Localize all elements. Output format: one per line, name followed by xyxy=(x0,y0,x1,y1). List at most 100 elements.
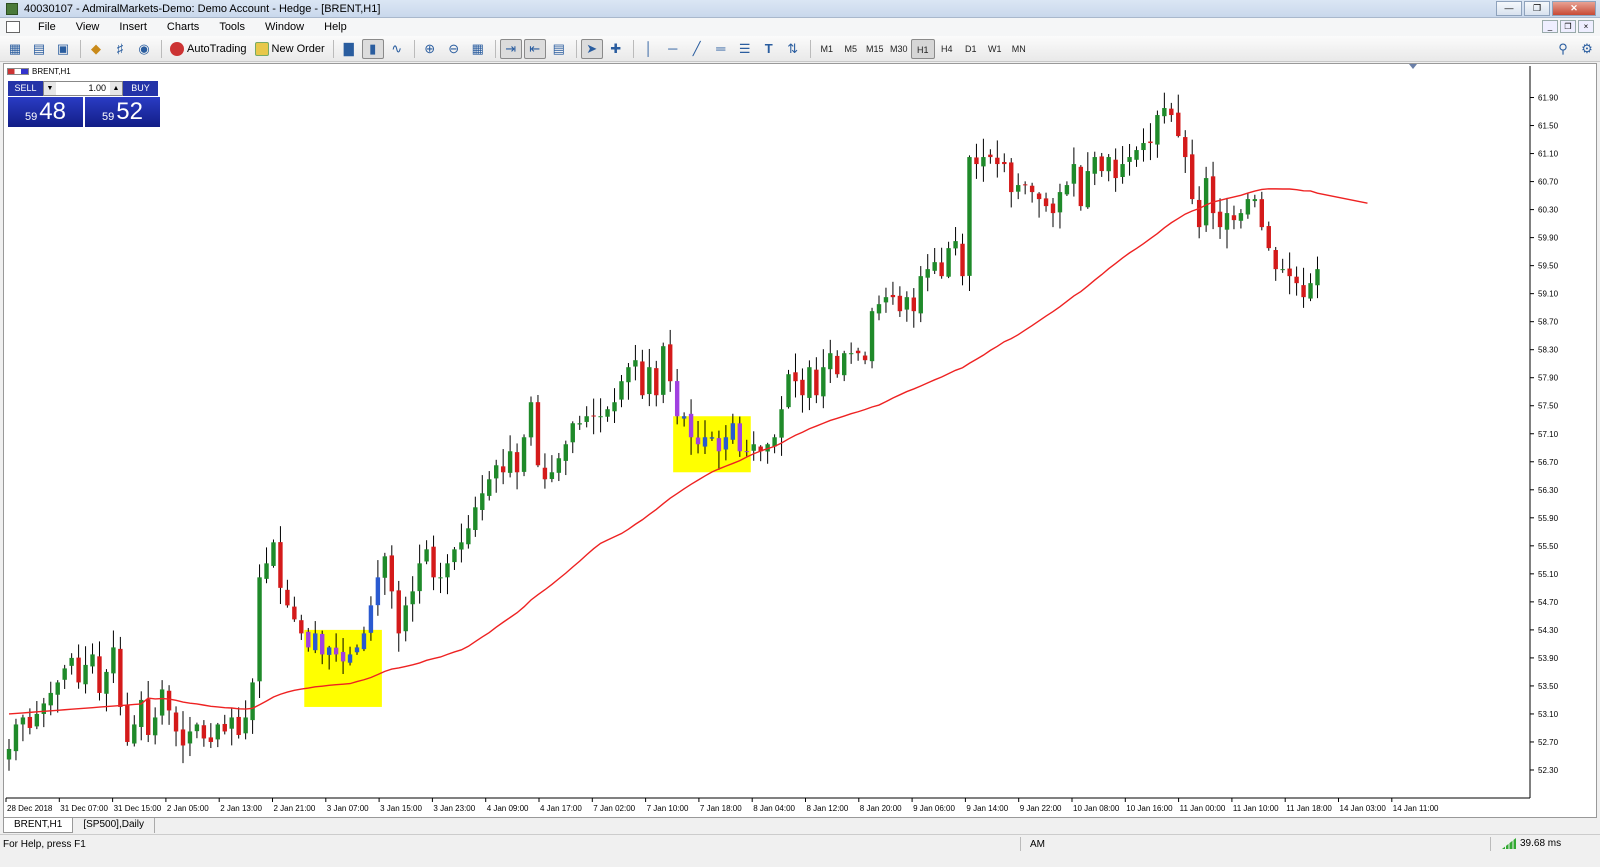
candle-body xyxy=(1308,283,1313,299)
timeframe-m30[interactable]: M30 xyxy=(887,39,911,59)
candle-body xyxy=(570,423,575,443)
timeframe-m1[interactable]: M1 xyxy=(815,39,839,59)
menu-window[interactable]: Window xyxy=(255,18,314,36)
lot-increase-icon[interactable]: ▲ xyxy=(110,82,122,95)
navigator-icon[interactable]: ◆ xyxy=(85,39,107,59)
maximize-button[interactable]: ❐ xyxy=(1524,1,1550,16)
autotrading-button[interactable]: AutoTrading xyxy=(166,39,251,59)
timeframe-h1[interactable]: H1 xyxy=(910,38,935,59)
x-tick-label: 10 Jan 08:00 xyxy=(1073,804,1120,813)
timeframe-h4[interactable]: H4 xyxy=(935,39,959,59)
auto-scroll-icon[interactable]: ⇥ xyxy=(499,38,522,59)
y-tick-label: 60.30 xyxy=(1538,206,1559,215)
candle-body xyxy=(1002,162,1007,165)
candle-body xyxy=(1301,285,1306,298)
candle-body xyxy=(222,723,227,732)
candle-body xyxy=(292,606,297,620)
strategy-tester-icon[interactable]: ◉ xyxy=(133,39,155,59)
community-icon[interactable]: ⚙ xyxy=(1576,39,1598,59)
bar-chart-icon[interactable]: ▇ xyxy=(338,39,360,59)
mdi-minimize-button[interactable]: _ xyxy=(1542,20,1558,33)
document-icon[interactable] xyxy=(6,21,20,33)
buy-button[interactable]: BUY xyxy=(123,81,158,96)
lot-size-stepper[interactable]: ▼ 1.00 ▲ xyxy=(43,81,123,96)
timeframe-mn[interactable]: MN xyxy=(1007,39,1031,59)
profiles-icon[interactable]: ▤ xyxy=(28,39,50,59)
horizontal-line-icon[interactable]: ─ xyxy=(662,39,684,59)
menu-view[interactable]: View xyxy=(66,18,110,36)
mdi-restore-button[interactable]: ❐ xyxy=(1560,20,1576,33)
menu-insert[interactable]: Insert xyxy=(109,18,157,36)
price-chart[interactable]: 61.90 61.50 61.10 60.70 60.30 59.90 59.50 59.10… xyxy=(4,64,1598,819)
candle-body xyxy=(417,563,422,592)
toolbar-separator xyxy=(632,39,634,58)
tab-brent-h1[interactable]: BRENT,H1 xyxy=(3,818,74,833)
sell-button[interactable]: SELL xyxy=(8,81,43,96)
candle-body xyxy=(494,465,499,479)
candle-body xyxy=(911,297,916,312)
minimize-button[interactable]: — xyxy=(1496,1,1522,16)
new-chart-icon[interactable]: ▦ xyxy=(4,39,26,59)
candlestick-chart-icon[interactable]: ▮ xyxy=(361,38,384,59)
candle-body xyxy=(34,713,40,727)
candle-body xyxy=(995,157,1000,165)
close-button[interactable]: ✕ xyxy=(1552,1,1596,16)
x-tick-label: 2 Jan 13:00 xyxy=(220,804,262,813)
candle-body xyxy=(876,304,882,314)
timeframe-m5[interactable]: M5 xyxy=(839,39,863,59)
sell-price-box[interactable]: 59 48 xyxy=(8,97,83,127)
arrows-icon[interactable]: ⇅ xyxy=(782,39,804,59)
timeframe-m15[interactable]: M15 xyxy=(863,39,887,59)
equidistant-channel-icon[interactable]: ═ xyxy=(710,39,732,59)
zoom-in-icon[interactable]: ⊕ xyxy=(419,39,441,59)
zoom-out-icon[interactable]: ⊖ xyxy=(443,39,465,59)
candle-body xyxy=(514,452,520,473)
menu-file[interactable]: File xyxy=(28,18,66,36)
new-order-button[interactable]: New Order xyxy=(251,39,329,59)
candle-body xyxy=(842,353,847,376)
market-watch-icon[interactable]: ▣ xyxy=(52,39,74,59)
terminal-icon[interactable]: ♯ xyxy=(109,39,131,59)
x-tick-label: 9 Jan 06:00 xyxy=(913,804,955,813)
candle-body xyxy=(953,241,958,249)
timeframe-w1[interactable]: W1 xyxy=(983,39,1007,59)
lot-decrease-icon[interactable]: ▼ xyxy=(44,82,56,95)
crosshair-icon[interactable]: ✚ xyxy=(605,39,627,59)
y-tick-label: 61.50 xyxy=(1538,122,1559,131)
candle-body xyxy=(326,647,332,655)
chart-window[interactable]: 61.90 61.50 61.10 60.70 60.30 59.90 59.50 59.10… xyxy=(3,63,1597,818)
menu-help[interactable]: Help xyxy=(314,18,357,36)
y-tick-label: 52.70 xyxy=(1538,738,1559,747)
trendline-icon[interactable]: ╱ xyxy=(686,39,708,59)
indicators-icon[interactable]: ▤ xyxy=(548,39,570,59)
candle-body xyxy=(932,262,937,271)
vertical-line-icon[interactable]: │ xyxy=(638,39,660,59)
cursor-icon[interactable]: ➤ xyxy=(580,38,603,59)
connection-status[interactable]: 39.68 ms xyxy=(1502,838,1561,849)
candle-body xyxy=(201,725,207,739)
candle-body xyxy=(988,154,993,158)
line-chart-icon[interactable]: ∿ xyxy=(386,39,408,59)
menu-tools[interactable]: Tools xyxy=(209,18,255,36)
candle-body xyxy=(173,712,179,732)
x-tick-label: 3 Jan 23:00 xyxy=(433,804,475,813)
candle-body xyxy=(967,157,972,276)
buy-price-box[interactable]: 59 52 xyxy=(85,97,160,127)
candle-body xyxy=(1141,143,1146,151)
text-icon[interactable]: T xyxy=(758,39,780,59)
candle-body xyxy=(1022,184,1028,186)
timeframe-d1[interactable]: D1 xyxy=(959,39,983,59)
menu-charts[interactable]: Charts xyxy=(157,18,209,36)
chart-shift-icon[interactable]: ⇤ xyxy=(523,38,546,59)
candle-body xyxy=(187,731,193,744)
tile-windows-icon[interactable]: ▦ xyxy=(467,39,489,59)
candle-body xyxy=(90,654,95,667)
mdi-close-button[interactable]: × xyxy=(1578,20,1594,33)
tab-sp500-daily[interactable]: [SP500],Daily xyxy=(73,818,155,833)
candle-body xyxy=(306,631,311,648)
fibonacci-icon[interactable]: ☰ xyxy=(734,39,756,59)
candle-body xyxy=(1245,199,1251,215)
main-toolbar: ▦ ▤ ▣ ◆ ♯ ◉ AutoTrading New Order ▇ ▮ ∿ … xyxy=(0,36,1600,62)
search-icon[interactable]: ⚲ xyxy=(1552,39,1574,59)
lot-size-value[interactable]: 1.00 xyxy=(56,82,110,95)
